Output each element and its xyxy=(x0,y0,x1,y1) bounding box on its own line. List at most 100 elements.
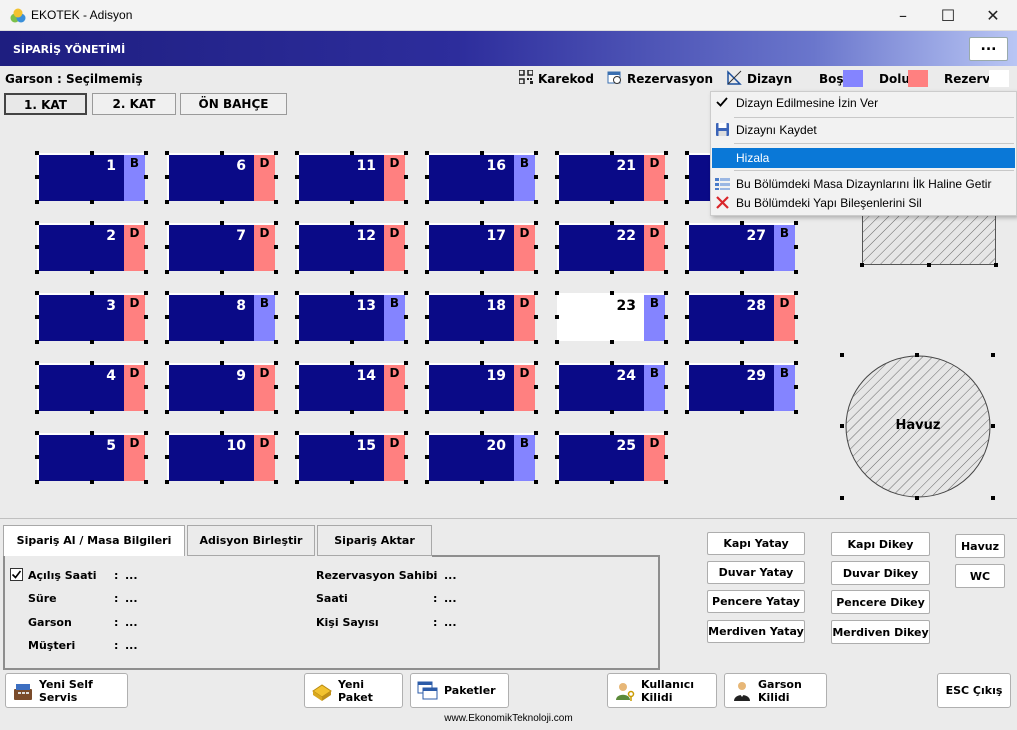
dizayn-button[interactable]: Dizayn xyxy=(747,72,792,86)
resize-handle[interactable] xyxy=(404,455,408,459)
table-14[interactable]: 14 D xyxy=(297,363,405,411)
table-19[interactable]: 19 D xyxy=(427,363,535,411)
resize-handle[interactable] xyxy=(165,245,169,249)
packages-button[interactable]: Paketler xyxy=(410,673,509,708)
table-25[interactable]: 25 D xyxy=(557,433,665,481)
duvar-dikey-button[interactable]: Duvar Dikey xyxy=(831,561,930,585)
resize-handle[interactable] xyxy=(685,270,689,274)
resize-handle[interactable] xyxy=(794,385,798,389)
resize-handle[interactable] xyxy=(165,200,169,204)
resize-handle[interactable] xyxy=(274,340,278,344)
resize-handle[interactable] xyxy=(35,315,39,319)
resize-handle[interactable] xyxy=(794,361,798,365)
resize-handle[interactable] xyxy=(35,340,39,344)
resize-handle[interactable] xyxy=(664,200,668,204)
resize-handle[interactable] xyxy=(165,455,169,459)
resize-handle[interactable] xyxy=(404,315,408,319)
resize-handle[interactable] xyxy=(220,410,224,414)
resize-handle[interactable] xyxy=(295,270,299,274)
resize-handle[interactable] xyxy=(165,221,169,225)
resize-handle[interactable] xyxy=(794,340,798,344)
resize-handle[interactable] xyxy=(425,151,429,155)
resize-handle[interactable] xyxy=(685,315,689,319)
resize-handle[interactable] xyxy=(90,200,94,204)
resize-handle[interactable] xyxy=(404,385,408,389)
close-button[interactable]: ✕ xyxy=(970,0,1016,31)
resize-handle[interactable] xyxy=(740,340,744,344)
resize-handle[interactable] xyxy=(610,200,614,204)
resize-handle[interactable] xyxy=(555,340,559,344)
resize-handle[interactable] xyxy=(404,361,408,365)
resize-handle[interactable] xyxy=(555,315,559,319)
resize-handle[interactable] xyxy=(295,200,299,204)
resize-handle[interactable] xyxy=(991,353,995,357)
resize-handle[interactable] xyxy=(165,480,169,484)
resize-handle[interactable] xyxy=(425,410,429,414)
resize-handle[interactable] xyxy=(664,480,668,484)
resize-handle[interactable] xyxy=(610,270,614,274)
resize-handle[interactable] xyxy=(350,151,354,155)
resize-handle[interactable] xyxy=(144,315,148,319)
resize-handle[interactable] xyxy=(664,270,668,274)
resize-handle[interactable] xyxy=(610,480,614,484)
resize-handle[interactable] xyxy=(740,361,744,365)
resize-handle[interactable] xyxy=(425,361,429,365)
resize-handle[interactable] xyxy=(915,496,919,500)
table-23[interactable]: 23 B xyxy=(557,293,665,341)
more-options-button[interactable]: ... xyxy=(969,37,1008,61)
resize-handle[interactable] xyxy=(685,200,689,204)
table-11[interactable]: 11 D xyxy=(297,153,405,201)
menu-item-reset-layout[interactable]: Bu Bölümdeki Masa Dizaynlarını İlk Halin… xyxy=(712,174,1015,194)
resize-handle[interactable] xyxy=(991,424,995,428)
table-4[interactable]: 4D xyxy=(37,363,145,411)
resize-handle[interactable] xyxy=(404,270,408,274)
resize-handle[interactable] xyxy=(664,455,668,459)
resize-handle[interactable] xyxy=(220,270,224,274)
resize-handle[interactable] xyxy=(610,361,614,365)
resize-handle[interactable] xyxy=(350,270,354,274)
resize-handle[interactable] xyxy=(794,291,798,295)
resize-handle[interactable] xyxy=(274,221,278,225)
resize-handle[interactable] xyxy=(927,263,931,267)
resize-handle[interactable] xyxy=(90,480,94,484)
pencere-dikey-button[interactable]: Pencere Dikey xyxy=(831,590,930,614)
resize-handle[interactable] xyxy=(295,291,299,295)
table-8[interactable]: 8B xyxy=(167,293,275,341)
resize-handle[interactable] xyxy=(610,291,614,295)
resize-handle[interactable] xyxy=(35,361,39,365)
resize-handle[interactable] xyxy=(664,315,668,319)
menu-item-delete-components[interactable]: Bu Bölümdeki Yapı Bileşenlerini Sil xyxy=(712,193,1015,213)
resize-handle[interactable] xyxy=(35,245,39,249)
resize-handle[interactable] xyxy=(555,361,559,365)
resize-handle[interactable] xyxy=(685,291,689,295)
resize-handle[interactable] xyxy=(220,340,224,344)
resize-handle[interactable] xyxy=(295,340,299,344)
resize-handle[interactable] xyxy=(274,200,278,204)
resize-handle[interactable] xyxy=(90,291,94,295)
table-3[interactable]: 3D xyxy=(37,293,145,341)
merdiven-dikey-button[interactable]: Merdiven Dikey xyxy=(831,620,930,644)
table-12[interactable]: 12 D xyxy=(297,223,405,271)
resize-handle[interactable] xyxy=(35,175,39,179)
table-28[interactable]: 28 D xyxy=(687,293,795,341)
resize-handle[interactable] xyxy=(35,480,39,484)
table-27[interactable]: 27 B xyxy=(687,223,795,271)
menu-item-save-design[interactable]: Dizaynı Kaydet xyxy=(712,120,1015,140)
resize-handle[interactable] xyxy=(794,245,798,249)
minimize-button[interactable]: – xyxy=(880,0,926,31)
resize-handle[interactable] xyxy=(685,221,689,225)
table-10[interactable]: 10 D xyxy=(167,433,275,481)
resize-handle[interactable] xyxy=(555,270,559,274)
pencere-yatay-button[interactable]: Pencere Yatay xyxy=(707,590,805,613)
resize-handle[interactable] xyxy=(350,361,354,365)
resize-handle[interactable] xyxy=(534,245,538,249)
resize-handle[interactable] xyxy=(274,431,278,435)
resize-handle[interactable] xyxy=(610,410,614,414)
resize-handle[interactable] xyxy=(480,340,484,344)
resize-handle[interactable] xyxy=(555,291,559,295)
resize-handle[interactable] xyxy=(740,270,744,274)
table-5[interactable]: 5D xyxy=(37,433,145,481)
resize-handle[interactable] xyxy=(685,245,689,249)
resize-handle[interactable] xyxy=(664,361,668,365)
resize-handle[interactable] xyxy=(295,315,299,319)
